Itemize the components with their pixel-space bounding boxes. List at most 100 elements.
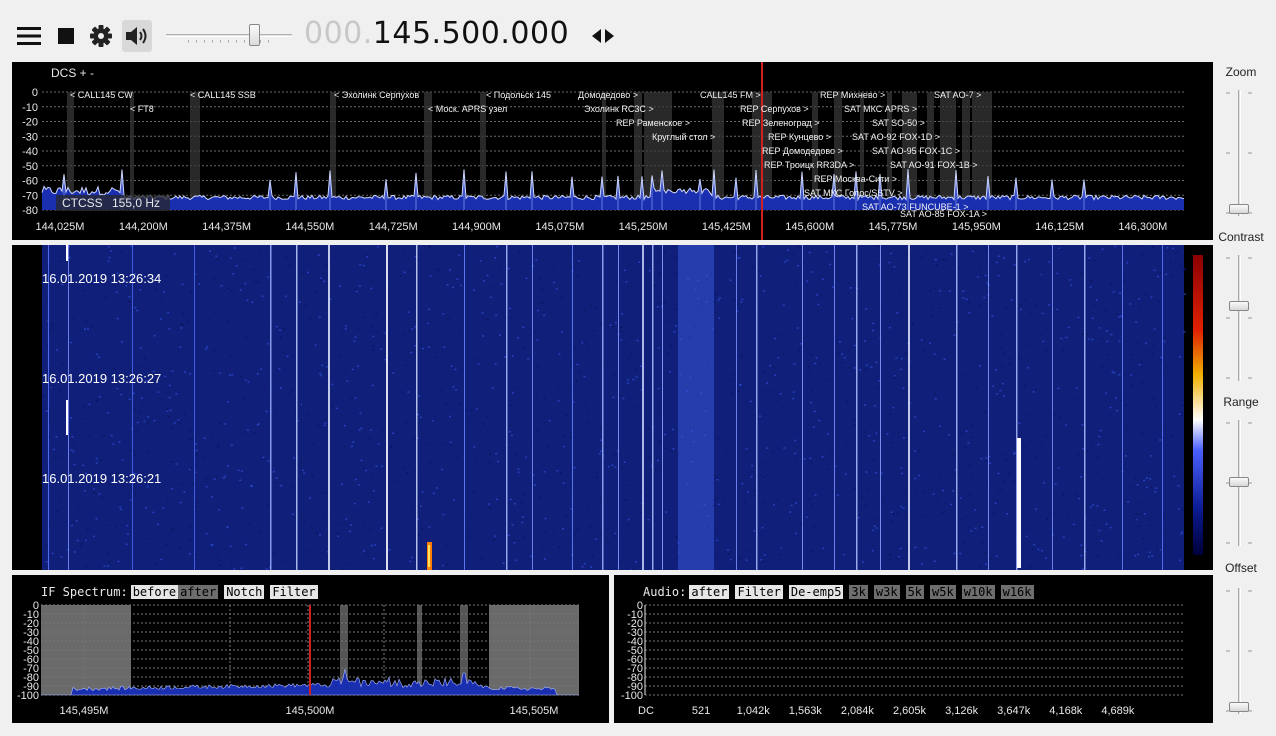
waterfall-noise (627, 357, 630, 359)
spectrum-panel[interactable]: 0 -10 -20 -30 -40 -50 -60 -70 -80 144,025M 144,200… (12, 62, 1213, 240)
waterfall-noise (95, 518, 98, 520)
waterfall-noise (188, 553, 191, 555)
waterfall-noise (1091, 317, 1094, 320)
waterfall-noise (466, 417, 469, 419)
offset-slider[interactable] (1226, 588, 1252, 714)
waterfall-noise (541, 302, 544, 304)
waterfall-noise (233, 247, 236, 249)
audio-after-button[interactable]: after (689, 585, 730, 599)
waterfall-noise (486, 415, 489, 418)
waterfall-noise (560, 472, 562, 474)
settings-button[interactable] (86, 20, 116, 52)
zoom-slider[interactable] (1226, 90, 1252, 216)
tune-arrows-button[interactable] (588, 20, 618, 52)
waterfall-noise (979, 304, 982, 306)
waterfall-noise (1039, 334, 1042, 336)
stop-button[interactable] (51, 20, 81, 52)
waterfall-noise (623, 461, 626, 463)
if-filter-button[interactable]: Filter (270, 585, 318, 599)
audio-w5k-button[interactable]: w5k (930, 585, 956, 599)
menu-button[interactable] (14, 20, 44, 52)
waterfall-noise (320, 277, 322, 279)
waterfall-noise (541, 548, 543, 551)
range-slider-knob[interactable] (1229, 477, 1249, 487)
waterfall-panel[interactable]: 16.01.2019 13:26:34 16.01.2019 13:26:27 … (12, 245, 1213, 570)
waterfall-noise (213, 278, 216, 280)
waterfall-noise (139, 347, 142, 349)
waterfall-noise (284, 511, 287, 513)
audio-3k-button[interactable]: 3k (849, 585, 868, 599)
waterfall-noise (60, 556, 63, 558)
spectrum-plot[interactable]: 0-10-20-30-40-50-60-70-80144,025M 144,200… (12, 62, 1213, 240)
waterfall-noise (409, 560, 412, 563)
offset-slider-knob[interactable] (1229, 702, 1249, 712)
waterfall-noise (1126, 425, 1129, 427)
audio-toggle-button[interactable] (122, 20, 152, 52)
waterfall-noise (102, 435, 105, 437)
waterfall-noise (435, 487, 438, 489)
audio-w10k-button[interactable]: w10k (961, 585, 995, 599)
db-tick-label: -100 (621, 690, 643, 702)
waterfall-noise (517, 337, 520, 339)
audio-w16k-button[interactable]: w16k (1000, 585, 1034, 599)
waterfall-noise (1137, 553, 1140, 556)
waterfall-noise (375, 312, 378, 314)
dcs-label[interactable]: DCS + - (51, 66, 94, 80)
audio-panel[interactable]: Audio: after Filter De-emp5 3k w3k 5k w5k w10k w1… (614, 575, 1213, 723)
waterfall-plot[interactable] (12, 245, 1213, 570)
waterfall-noise (400, 275, 403, 277)
waterfall-noise (620, 326, 623, 329)
waterfall-noise (256, 373, 259, 375)
if-spectrum-panel[interactable]: IF Spectrum: before after Notch Filter 0 -10-… (12, 575, 609, 723)
waterfall-noise (663, 569, 666, 570)
waterfall-noise (1085, 510, 1088, 513)
waterfall-noise (853, 344, 856, 347)
zoom-slider-knob[interactable] (1229, 204, 1249, 214)
waterfall-noise (865, 471, 868, 473)
audio-5k-button[interactable]: 5k (905, 585, 925, 599)
waterfall-noise (1095, 299, 1098, 301)
bookmark-label: Домодедово > (578, 90, 638, 100)
volume-slider[interactable] (166, 22, 292, 48)
contrast-slider[interactable] (1226, 255, 1252, 381)
audio-w3k-button[interactable]: w3k (873, 585, 900, 599)
waterfall-noise (369, 438, 372, 440)
if-after-button[interactable]: after (178, 585, 219, 599)
waterfall-noise (1130, 384, 1133, 386)
waterfall-noise (350, 524, 353, 526)
waterfall-noise (631, 568, 634, 570)
waterfall-noise (914, 450, 916, 452)
waterfall-noise (863, 367, 866, 370)
waterfall-noise (314, 344, 317, 346)
waterfall-noise (129, 245, 132, 247)
waterfall-noise (435, 356, 438, 358)
waterfall-noise (750, 475, 753, 478)
waterfall-noise (881, 500, 884, 503)
volume-slider-knob[interactable] (248, 24, 260, 46)
waterfall-noise (314, 291, 316, 293)
if-notch-button[interactable]: Notch (224, 585, 265, 599)
waterfall-noise (267, 460, 270, 462)
waterfall-noise (354, 288, 357, 291)
frequency-display[interactable]: 000.145.500.000 (304, 14, 569, 54)
audio-deemph-button[interactable]: De-emp5 (788, 585, 844, 599)
if-before-button[interactable]: before (130, 585, 179, 599)
waterfall-noise (205, 532, 208, 535)
waterfall-noise (1079, 476, 1082, 478)
contrast-slider-knob[interactable] (1229, 300, 1249, 311)
waterfall-noise (183, 491, 186, 493)
waterfall-noise (970, 530, 973, 532)
waterfall-noise (853, 488, 856, 490)
waterfall-noise (56, 349, 58, 351)
waterfall-noise (251, 269, 254, 271)
waterfall-noise (1044, 435, 1047, 438)
waterfall-noise (1081, 333, 1084, 336)
waterfall-noise (896, 513, 899, 515)
waterfall-noise (402, 252, 405, 254)
waterfall-noise (971, 250, 974, 253)
audio-filter-button[interactable]: Filter (735, 585, 783, 599)
waterfall-noise (511, 524, 514, 526)
waterfall-noise (716, 477, 719, 479)
waterfall-noise (278, 368, 281, 370)
range-slider[interactable] (1226, 420, 1252, 546)
